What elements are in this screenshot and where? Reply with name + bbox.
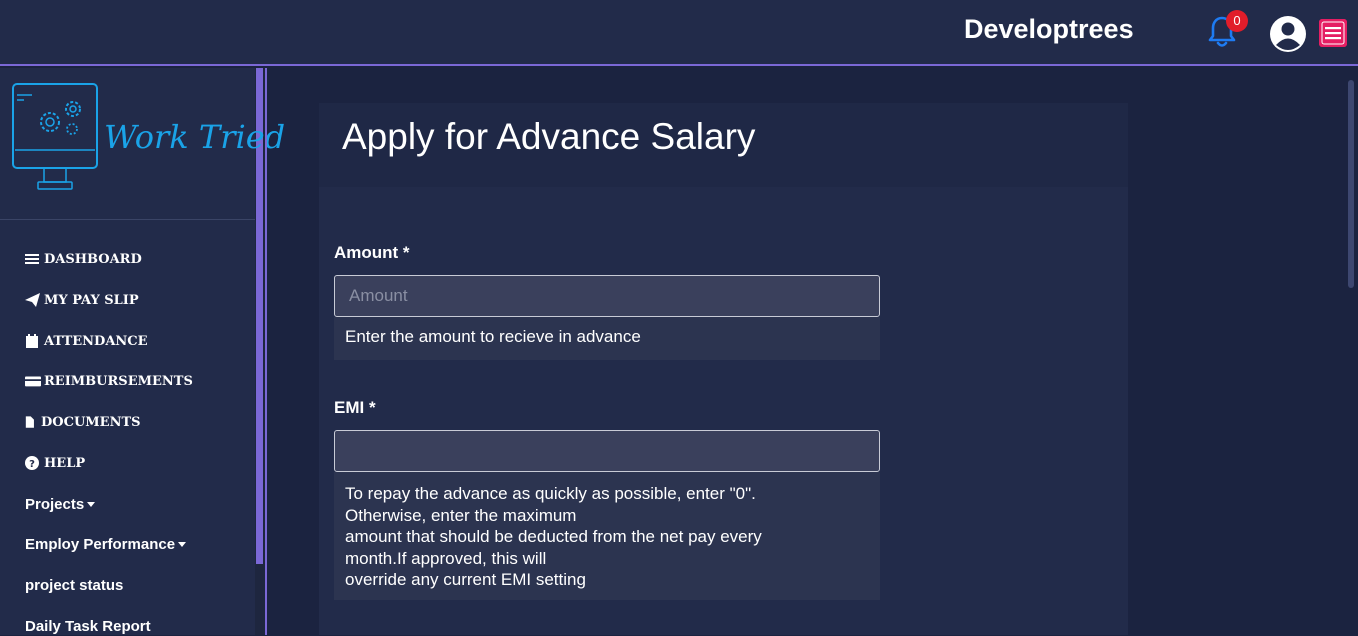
sidebar-divider — [0, 219, 255, 220]
sidebar-item-label: DASHBOARD — [44, 251, 142, 267]
company-name: Developtrees — [964, 14, 1134, 44]
sidebar-item-reimbursements[interactable]: REIMBURSEMENTS — [25, 371, 193, 391]
emi-help-line: month.If approved, this will — [345, 548, 547, 568]
work-tried-logo-icon — [12, 83, 98, 190]
bars-icon — [25, 254, 39, 264]
emi-label: EMI * — [334, 398, 376, 417]
emi-help-text: To repay the advance as quickly as possi… — [334, 472, 880, 600]
sidebar-item-help[interactable]: ? HELP — [25, 453, 85, 473]
sidebar-item-employ-performance[interactable]: Employ Performance — [25, 534, 187, 554]
content-scrollbar-thumb[interactable] — [1348, 80, 1354, 288]
user-avatar-icon[interactable] — [1269, 15, 1307, 53]
emi-help-line: Otherwise, enter the maximum — [345, 505, 577, 525]
sidebar-item-label: ATTENDANCE — [44, 333, 148, 349]
page-title: Apply for Advance Salary — [342, 116, 756, 157]
paper-plane-icon — [25, 293, 40, 307]
amount-input[interactable] — [334, 275, 880, 317]
credit-card-icon — [25, 376, 41, 387]
question-circle-icon: ? — [25, 456, 39, 470]
sidebar-item-label: HELP — [44, 455, 86, 471]
amount-label: Amount * — [334, 243, 410, 262]
file-icon — [25, 416, 34, 428]
top-navbar: Developtrees 0 — [0, 0, 1358, 66]
emi-help-line: override any current EMI setting — [345, 570, 586, 589]
caret-down-icon — [178, 541, 187, 547]
emi-help-line: To repay the advance as quickly as possi… — [345, 484, 756, 503]
sidebar-item-label: Daily Task Report — [25, 617, 151, 635]
emi-input[interactable] — [334, 430, 880, 472]
sidebar-item-attendance[interactable]: ATTENDANCE — [25, 331, 148, 351]
amount-help-text: Enter the amount to recieve in advance — [334, 317, 880, 360]
sidebar-item-documents[interactable]: DOCUMENTS — [25, 412, 141, 432]
sidebar-item-daily-task-report[interactable]: Daily Task Report — [25, 616, 151, 636]
sidebar-item-label: REIMBURSEMENTS — [44, 373, 193, 389]
sidebar-item-my-pay-slip[interactable]: MY PAY SLIP — [25, 290, 139, 310]
content-divider — [265, 68, 267, 635]
sidebar-item-label: project status — [25, 576, 124, 594]
notification-badge: 0 — [1226, 10, 1248, 32]
svg-text:?: ? — [29, 459, 35, 470]
sidebar-item-label: Employ Performance — [25, 535, 176, 553]
caret-down-icon — [87, 501, 96, 507]
logo-text: Work Tried — [104, 118, 286, 156]
calendar-icon — [26, 334, 38, 348]
sidebar-item-label: Projects — [25, 495, 85, 513]
sidebar-item-project-status[interactable]: project status — [25, 575, 123, 595]
emi-help-line: amount that should be deducted from the … — [345, 527, 762, 546]
hamburger-menu-button[interactable] — [1319, 19, 1347, 47]
sidebar-item-dashboard[interactable]: DASHBOARD — [25, 249, 142, 269]
sidebar-item-projects[interactable]: Projects — [25, 494, 96, 514]
sidebar-item-label: DOCUMENTS — [41, 414, 141, 430]
sidebar-item-label: MY PAY SLIP — [44, 292, 139, 308]
